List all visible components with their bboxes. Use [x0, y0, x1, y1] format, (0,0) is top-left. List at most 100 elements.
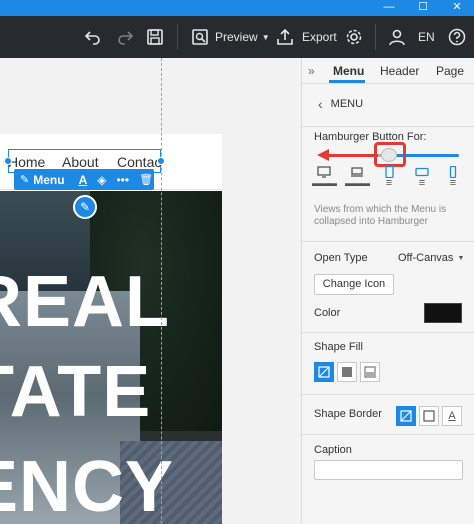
change-icon-button[interactable]: Change Icon	[314, 274, 394, 295]
redo-button[interactable]	[116, 16, 134, 58]
window-title-bar: — ☐ ✕	[0, 0, 474, 16]
export-button[interactable]: Export	[276, 16, 337, 58]
preview-label: Preview	[215, 30, 258, 44]
fill-bucket-icon[interactable]: ◈	[97, 173, 106, 187]
minimize-button[interactable]: —	[372, 0, 406, 16]
shape-fill-solid[interactable]	[337, 362, 357, 382]
shape-fill-none[interactable]	[314, 362, 334, 382]
desktop-icon	[317, 166, 331, 178]
undo-button[interactable]	[84, 16, 102, 58]
device-laptop[interactable]: ▬▬▬	[345, 166, 370, 190]
account-button[interactable]	[388, 16, 406, 58]
back-to-menu[interactable]: ‹ MENU	[318, 96, 363, 112]
pencil-icon: ✎	[79, 200, 91, 214]
trash-icon[interactable]: 🗑	[139, 173, 153, 186]
chevron-down-icon: ▼	[261, 32, 270, 42]
shape-border-none[interactable]	[396, 406, 416, 426]
laptop-icon	[351, 167, 363, 177]
divider	[302, 241, 474, 242]
collapse-panel-icon[interactable]: »	[308, 64, 315, 78]
pencil-icon[interactable]: ✎	[20, 173, 29, 186]
export-icon	[277, 28, 293, 45]
color-label: Color	[314, 307, 341, 319]
open-type-value: Off-Canvas	[398, 252, 454, 264]
hamburger-icon: ≡	[449, 177, 457, 189]
text-style-icon[interactable]: A	[79, 173, 88, 187]
divider	[302, 394, 474, 395]
gradient-fill-icon	[364, 366, 376, 378]
color-swatch[interactable]	[424, 303, 462, 323]
annotation-highlight	[374, 142, 406, 167]
tab-page[interactable]: Page	[436, 64, 464, 78]
text-underline-icon: A	[448, 410, 456, 422]
save-button[interactable]	[146, 16, 164, 58]
open-type-select[interactable]: Off-Canvas ▼	[398, 252, 464, 264]
preview-icon	[192, 29, 208, 45]
help-button[interactable]	[448, 16, 466, 58]
caption-input[interactable]	[314, 460, 463, 480]
editor-canvas[interactable]: REAL TATE ENCY Home About Contac ✎ Menu …	[0, 58, 301, 524]
back-label: MENU	[330, 98, 364, 110]
hamburger-title: Hamburger Button For:	[314, 131, 427, 143]
tab-menu[interactable]: Menu	[333, 64, 364, 78]
hamburger-icon: ≡	[385, 177, 393, 189]
tab-header[interactable]: Header	[380, 64, 419, 78]
gear-icon	[346, 29, 362, 45]
device-tablet[interactable]: ≡	[412, 166, 432, 190]
hamburger-hint: Views from which the Menu is collapsed i…	[314, 204, 447, 227]
menu-link-home[interactable]: Home	[8, 154, 45, 170]
language-label: EN	[418, 30, 435, 44]
chevron-left-icon: ‹	[318, 96, 323, 112]
device-desktop[interactable]: ▬▬▬	[312, 166, 337, 190]
more-icon[interactable]: •••	[116, 173, 129, 187]
device-phone[interactable]: ≡	[443, 166, 463, 190]
preview-button[interactable]: Preview ▼	[191, 16, 270, 58]
resize-handle-left[interactable]	[4, 157, 12, 165]
inline-menu-icon: ▬▬▬	[312, 178, 337, 188]
redo-icon	[118, 31, 134, 45]
hero-heading-line: REAL	[0, 262, 170, 342]
hamburger-icon: ≡	[418, 177, 426, 189]
shape-fill-gradient[interactable]	[360, 362, 380, 382]
toolbar-separator	[375, 24, 376, 50]
active-tab-indicator	[329, 80, 365, 83]
edit-menu-button[interactable]: ✎	[73, 195, 97, 219]
language-button[interactable]: EN	[418, 16, 435, 58]
menu-link-about[interactable]: About	[62, 154, 99, 170]
open-type-label: Open Type	[314, 252, 368, 264]
divider	[302, 332, 474, 333]
settings-button[interactable]	[345, 16, 363, 58]
menu-link-contact[interactable]: Contac	[117, 154, 161, 170]
solid-fill-icon	[342, 367, 352, 377]
close-button[interactable]: ✕	[440, 0, 474, 16]
shape-fill-label: Shape Fill	[314, 341, 363, 353]
hero-image[interactable]: REAL TATE ENCY	[0, 191, 222, 524]
save-icon	[147, 29, 163, 45]
resize-handle-right[interactable]	[157, 157, 165, 165]
shape-border-solid[interactable]	[419, 406, 439, 426]
menu-tag-label[interactable]: Menu	[33, 173, 64, 187]
undo-icon	[84, 31, 100, 45]
device-tablet-landscape[interactable]: ≡	[379, 166, 399, 190]
inline-menu-icon: ▬▬▬	[345, 178, 370, 188]
toolbar-separator	[177, 24, 178, 50]
caption-label: Caption	[314, 444, 352, 456]
annotation-arrow	[328, 154, 378, 157]
layout-guide	[161, 58, 162, 524]
properties-panel: » Menu Header Page ‹ MENU Hamburger Butt…	[301, 58, 474, 524]
shape-border-text[interactable]: A	[442, 406, 462, 426]
hero-heading-line: TATE	[0, 352, 152, 432]
hero-heading-line: ENCY	[0, 447, 175, 524]
menu-element-toolbar: ✎ Menu A ◈ ••• 🗑	[14, 169, 154, 190]
help-icon	[448, 28, 466, 46]
panel-tabs: » Menu Header Page	[302, 58, 474, 84]
shape-border-label: Shape Border	[314, 408, 382, 420]
main-toolbar: Preview ▼ Export EN	[0, 16, 474, 58]
user-icon	[389, 29, 405, 46]
divider	[302, 434, 474, 435]
chevron-down-icon: ▼	[457, 254, 465, 262]
maximize-button[interactable]: ☐	[406, 0, 440, 16]
no-fill-icon	[318, 366, 330, 378]
no-border-icon	[400, 410, 412, 422]
annotation-arrow-head	[317, 149, 329, 161]
